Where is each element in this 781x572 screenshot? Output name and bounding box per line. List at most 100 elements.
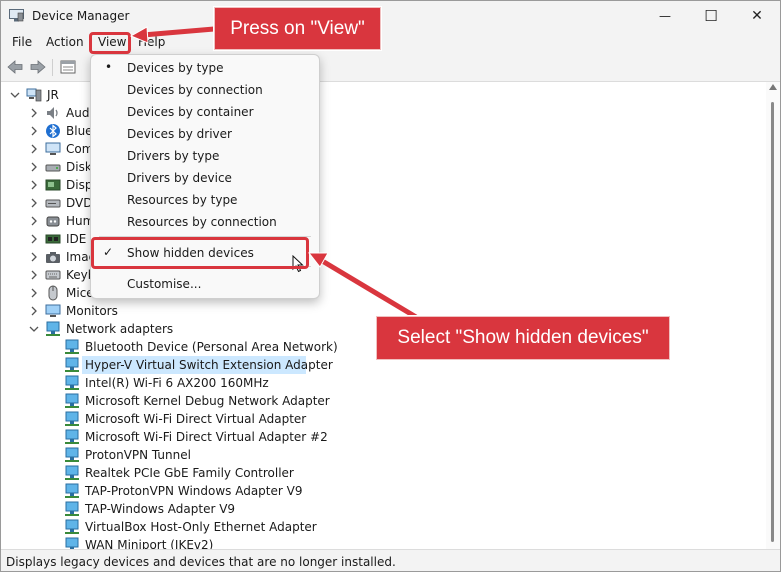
menu-item-devices-by-container[interactable]: Devices by container <box>91 102 319 122</box>
network-adapter-icon <box>65 447 79 462</box>
network-adapter-label: Microsoft Wi-Fi Direct Virtual Adapter #… <box>85 430 328 444</box>
speaker-icon <box>47 107 58 119</box>
view-menu-highlight-box <box>89 32 131 54</box>
network-adapter-label: WAN Miniport (IKEv2) <box>85 538 214 549</box>
close-icon: ✕ <box>751 8 763 24</box>
network-adapter-label: Realtek PCIe GbE Family Controller <box>85 466 294 480</box>
menu-file[interactable]: File <box>9 35 35 49</box>
menu-item-label: Drivers by device <box>127 171 232 185</box>
menu-item-resources-by-type[interactable]: Resources by type <box>91 190 319 210</box>
network-adapter-icon <box>65 429 79 444</box>
menu-item-label: Devices by type <box>127 61 224 75</box>
menu-item-devices-by-driver[interactable]: Devices by driver <box>91 124 319 144</box>
network-adapter-icon <box>65 537 79 549</box>
device-manager-window: Device Manager — ☐ ✕ File Action View He… <box>0 0 781 572</box>
close-button[interactable]: ✕ <box>734 1 780 31</box>
menu-item-label: Resources by connection <box>127 215 277 229</box>
menu-item-label: Customise... <box>127 277 202 291</box>
network-adapter-label: VirtualBox Host-Only Ethernet Adapter <box>85 520 317 534</box>
human-interface-device-icon <box>46 216 60 227</box>
network-adapter-row[interactable]: TAP-Windows Adapter V9 <box>1 500 766 518</box>
collapse-chevron-icon[interactable] <box>9 89 21 101</box>
network-adapter-label: Hyper-V Virtual Switch Extension Adapter <box>85 358 333 372</box>
network-adapter-label: Intel(R) Wi-Fi 6 AX200 160MHz <box>85 376 269 390</box>
network-adapter-row[interactable]: Microsoft Wi-Fi Direct Virtual Adapter #… <box>1 428 766 446</box>
minimize-button[interactable]: — <box>642 1 688 31</box>
network-adapter-row[interactable]: Realtek PCIe GbE Family Controller <box>1 464 766 482</box>
maximize-button[interactable]: ☐ <box>688 1 734 31</box>
computer-icon <box>26 88 42 102</box>
monitor-icon <box>45 304 61 317</box>
network-adapter-label: TAP-ProtonVPN Windows Adapter V9 <box>85 484 303 498</box>
expand-chevron-icon[interactable] <box>28 251 40 263</box>
expand-chevron-icon[interactable] <box>28 125 40 137</box>
forward-arrow-icon[interactable] <box>29 58 47 76</box>
status-text: Displays legacy devices and devices that… <box>6 555 396 569</box>
expand-chevron-icon[interactable] <box>28 305 40 317</box>
show-hidden-highlight-box <box>91 237 309 269</box>
properties-icon[interactable] <box>59 58 77 76</box>
expand-chevron-icon[interactable] <box>28 143 40 155</box>
menu-help[interactable]: Help <box>135 35 168 49</box>
network-adapter-icon <box>65 339 79 354</box>
ide-controller-icon <box>45 234 61 244</box>
scroll-up-arrow-icon[interactable] <box>769 84 777 90</box>
network-adapter-row[interactable]: WAN Miniport (IKEv2) <box>1 536 766 549</box>
back-arrow-icon[interactable] <box>6 58 24 76</box>
annotation-callout-show-hidden: Select "Show hidden devices" <box>376 316 670 360</box>
tree-category-label: Disk <box>66 160 92 174</box>
computer-monitor-icon <box>45 142 61 155</box>
expand-chevron-icon[interactable] <box>28 179 40 191</box>
network-adapter-row[interactable]: ProtonVPN Tunnel <box>1 446 766 464</box>
keyboard-icon <box>45 270 61 280</box>
disk-drive-icon <box>45 164 61 172</box>
menu-item-drivers-by-device[interactable]: Drivers by device <box>91 168 319 188</box>
expand-chevron-icon[interactable] <box>28 107 40 119</box>
menu-item-label: Drivers by type <box>127 149 220 163</box>
tree-category-label: Network adapters <box>66 322 174 336</box>
network-adapter-label: Microsoft Wi-Fi Direct Virtual Adapter <box>85 412 307 426</box>
network-adapter-icon <box>65 519 79 534</box>
expand-chevron-icon[interactable] <box>28 197 40 209</box>
network-adapter-icon <box>65 465 79 480</box>
dvd-drive-icon <box>45 199 61 208</box>
tree-category-label: Monitors <box>66 304 118 318</box>
expand-chevron-icon[interactable] <box>28 215 40 227</box>
expand-chevron-icon[interactable] <box>28 269 40 281</box>
network-adapter-label: TAP-Windows Adapter V9 <box>85 502 236 516</box>
network-adapter-label: Bluetooth Device (Personal Area Network) <box>85 340 338 354</box>
menu-item-drivers-by-type[interactable]: Drivers by type <box>91 146 319 166</box>
scrollbar-thumb[interactable] <box>771 102 774 542</box>
network-adapter-row[interactable]: Microsoft Wi-Fi Direct Virtual Adapter <box>1 410 766 428</box>
menu-item-resources-by-connection[interactable]: Resources by connection <box>91 212 319 232</box>
menu-item-label: Devices by driver <box>127 127 232 141</box>
menu-item-label: Resources by type <box>127 193 238 207</box>
camera-icon <box>46 252 60 263</box>
collapse-chevron-icon[interactable] <box>28 323 40 335</box>
toolbar-separator <box>52 59 53 76</box>
network-adapter-icon <box>65 357 79 372</box>
annotation-text: Select "Show hidden devices" <box>397 327 649 348</box>
network-adapter-icon <box>65 393 79 408</box>
network-adapter-icon <box>65 411 79 426</box>
menu-item-devices-by-connection[interactable]: Devices by connection <box>91 80 319 100</box>
menu-action[interactable]: Action <box>43 35 87 49</box>
tree-category-label: DVD <box>66 196 93 210</box>
menu-item-devices-by-type[interactable]: • Devices by type <box>91 58 319 78</box>
network-adapter-row[interactable]: TAP-ProtonVPN Windows Adapter V9 <box>1 482 766 500</box>
tree-category-label: Aud <box>66 106 90 120</box>
network-adapter-icon <box>46 321 60 336</box>
bluetooth-icon <box>46 124 60 138</box>
menu-item-label: Devices by container <box>127 105 254 119</box>
network-adapter-row[interactable]: Microsoft Kernel Debug Network Adapter <box>1 392 766 410</box>
vertical-scrollbar[interactable] <box>766 82 780 549</box>
menu-item-customise[interactable]: Customise... <box>91 274 319 294</box>
network-adapter-row[interactable]: VirtualBox Host-Only Ethernet Adapter <box>1 518 766 536</box>
network-adapter-label: ProtonVPN Tunnel <box>85 448 191 462</box>
expand-chevron-icon[interactable] <box>28 287 40 299</box>
expand-chevron-icon[interactable] <box>28 161 40 173</box>
network-adapter-row[interactable]: Intel(R) Wi-Fi 6 AX200 160MHz <box>1 374 766 392</box>
minimize-icon: — <box>659 9 671 23</box>
expand-chevron-icon[interactable] <box>28 233 40 245</box>
title-bar: Device Manager — ☐ ✕ <box>1 1 780 31</box>
